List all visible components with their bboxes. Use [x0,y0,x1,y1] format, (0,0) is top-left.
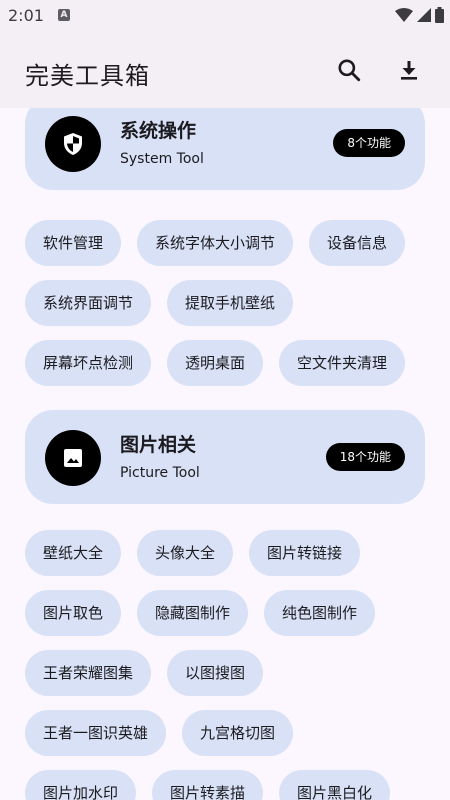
shield-icon [64,133,82,155]
section-card-system[interactable]: 系统操作 System Tool 8个功能 [25,108,425,190]
chip-ui-adjust[interactable]: 系统界面调节 [25,280,152,326]
battery-icon [435,7,444,23]
chip-device-info[interactable]: 设备信息 [309,220,406,266]
section-title: 图片相关 [120,434,197,456]
chip-extract-wallpaper[interactable]: 提取手机壁纸 [167,280,294,326]
chip-group-system: 软件管理 系统字体大小调节 设备信息 系统界面调节 提取手机壁纸 屏幕坏点检测 … [25,220,425,400]
chip-watermark[interactable]: 图片加水印 [25,770,137,800]
section-subtitle: Picture Tool [120,465,200,481]
chip-reverse-search[interactable]: 以图搜图 [167,650,264,696]
chip-wallpapers[interactable]: 壁纸大全 [25,530,122,576]
chip-sketch[interactable]: 图片转素描 [152,770,264,800]
image-icon [64,449,82,467]
notification-icon: A [58,9,70,21]
status-icons [395,7,444,23]
chip-color-picker[interactable]: 图片取色 [25,590,122,636]
download-button[interactable] [393,54,425,86]
section-title: 系统操作 [120,120,197,142]
status-time: 2:01 [8,6,44,25]
wifi-icon [395,8,413,22]
section-subtitle: System Tool [120,151,204,167]
signal-icon [417,8,431,22]
chip-hok-hero-guess[interactable]: 王者一图识英雄 [25,710,167,756]
chip-transparent-desktop[interactable]: 透明桌面 [167,340,264,386]
status-bar: 2:01 A [0,0,450,32]
chip-app-manager[interactable]: 软件管理 [25,220,122,266]
tool-list: 系统操作 System Tool 8个功能 软件管理 系统字体大小调节 设备信息… [0,108,450,800]
app-bar: 完美工具箱 [0,32,450,108]
feature-count-badge: 8个功能 [333,129,405,157]
section-icon-container [45,116,101,172]
chip-nine-grid[interactable]: 九宫格切图 [182,710,294,756]
feature-count-badge: 18个功能 [325,443,405,471]
chip-dead-pixel[interactable]: 屏幕坏点检测 [25,340,152,386]
app-title: 完美工具箱 [25,62,150,90]
chip-font-size[interactable]: 系统字体大小调节 [137,220,294,266]
chip-image-to-link[interactable]: 图片转链接 [249,530,361,576]
search-button[interactable] [333,54,365,86]
download-icon [401,61,417,80]
chip-avatars[interactable]: 头像大全 [137,530,234,576]
chip-solid-color[interactable]: 纯色图制作 [264,590,376,636]
chip-empty-folder[interactable]: 空文件夹清理 [279,340,406,386]
chip-hok-gallery[interactable]: 王者荣耀图集 [25,650,152,696]
chip-grayscale[interactable]: 图片黑白化 [279,770,391,800]
chip-group-picture: 壁纸大全 头像大全 图片转链接 图片取色 隐藏图制作 纯色图制作 王者荣耀图集 … [25,530,425,800]
chip-hidden-image[interactable]: 隐藏图制作 [137,590,249,636]
section-icon-container [45,430,101,486]
search-icon [338,59,361,82]
section-card-picture[interactable]: 图片相关 Picture Tool 18个功能 [25,410,425,504]
